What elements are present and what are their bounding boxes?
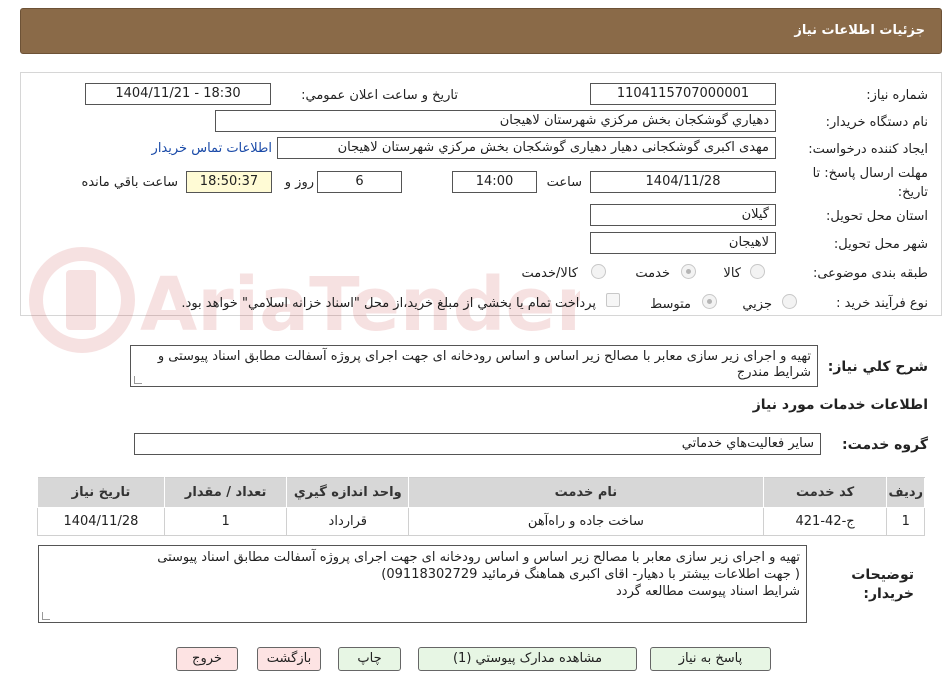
exit-button[interactable]: خروج: [176, 647, 238, 671]
need-number-field: 1104115707000001: [590, 83, 776, 105]
process-radio-medium[interactable]: [702, 294, 717, 309]
service-group-label: گروه خدمت:: [842, 437, 928, 453]
category-radio-service[interactable]: [681, 264, 696, 279]
treasury-checkbox[interactable]: [606, 293, 620, 307]
print-button[interactable]: چاپ: [338, 647, 401, 671]
remaining-time-label: ساعت باقي مانده: [81, 175, 178, 190]
process-option-medium: متوسط: [650, 297, 691, 312]
buyer-notes-line-1: تهیه و اجرای زیر سازی معابر با مصالح زیر…: [157, 550, 800, 565]
category-option-goods: كالا: [723, 266, 741, 281]
table-row: 1 ج-42-421 ساخت جاده و راه‌آهن قرارداد 1…: [37, 507, 925, 536]
cell-row-number: 1: [886, 507, 925, 536]
cell-quantity: 1: [163, 507, 288, 536]
cell-unit: قرارداد: [286, 507, 410, 536]
category-option-service: خدمت: [635, 266, 670, 281]
view-attachments-button[interactable]: مشاهده مدارک پيوستي (1): [418, 647, 637, 671]
page-title: جزئیات اطلاعات نیاز: [794, 23, 925, 38]
resize-handle-icon[interactable]: [134, 376, 142, 384]
deadline-date-field: 1404/11/28: [590, 171, 776, 193]
buyer-notes-textarea[interactable]: تهیه و اجرای زیر سازی معابر با مصالح زیر…: [38, 545, 807, 623]
category-radio-goods[interactable]: [750, 264, 765, 279]
description-label: شرح كلي نياز:: [827, 359, 928, 375]
buyer-notes-line-3: شرایط اسناد پیوست مطالعه گردد: [616, 584, 800, 599]
time-label: ساعت: [546, 175, 582, 190]
reply-button[interactable]: پاسخ به نياز: [650, 647, 771, 671]
col-header-unit: واحد اندازه گيري: [286, 477, 410, 508]
description-text: تهیه و اجرای زیر سازی معابر با مصالح زیر…: [157, 349, 811, 380]
buyer-notes-line-2: ( جهت اطلاعات بیشتر با دهیار- اقای اکبری…: [381, 567, 800, 582]
services-table: رديف كد خدمت نام خدمت واحد اندازه گيري ت…: [37, 477, 925, 536]
service-group-field: ساير فعاليت‌هاي خدماتي: [134, 433, 821, 455]
details-panel: [20, 72, 942, 316]
creator-field: مهدی اکبری گوشکجانی دهیار دهیاری گوشكجان…: [277, 137, 776, 159]
category-radio-goods-service[interactable]: [591, 264, 606, 279]
table-header-row: رديف كد خدمت نام خدمت واحد اندازه گيري ت…: [37, 477, 925, 508]
days-label: روز و: [284, 175, 314, 190]
contact-info-link[interactable]: اطلاعات تماس خريدار: [152, 141, 272, 156]
resize-handle-icon[interactable]: [42, 612, 50, 620]
category-option-goods-service: كالا/خدمت: [521, 266, 578, 281]
deadline-label-date: تاریخ:: [897, 185, 928, 200]
back-button[interactable]: بازگشت: [257, 647, 321, 671]
deadline-label: مهلت ارسال پاسخ: تا: [812, 166, 928, 181]
cell-service-code: ج-42-421: [762, 507, 888, 536]
page-header: جزئیات اطلاعات نیاز: [20, 8, 942, 54]
process-radio-minor[interactable]: [782, 294, 797, 309]
creator-label: ايجاد كننده درخواست:: [808, 142, 928, 157]
category-label: طبقه بندی موضوعی:: [812, 266, 928, 281]
col-header-quantity: تعداد / مقدار: [163, 477, 288, 508]
col-header-row-number: رديف: [886, 477, 925, 508]
process-option-minor: جزيي: [742, 297, 772, 312]
buyer-notes-label-2: خريدار:: [863, 586, 914, 602]
buyer-notes-label: توضيحات: [851, 567, 914, 583]
services-section-title: اطلاعات خدمات مورد نياز: [752, 397, 928, 413]
col-header-service-name: نام خدمت: [408, 477, 764, 508]
province-field: گيلان: [590, 204, 776, 226]
days-remaining-field: 6: [317, 171, 402, 193]
announce-date-field: 1404/11/21 - 18:30: [85, 83, 271, 105]
cell-service-name: ساخت جاده و راه‌آهن: [408, 507, 764, 536]
remaining-time-field: 18:50:37: [186, 171, 272, 193]
need-number-label: شماره نیاز:: [866, 88, 928, 103]
city-field: لاهيجان: [590, 232, 776, 254]
description-textarea[interactable]: تهیه و اجرای زیر سازی معابر با مصالح زیر…: [130, 345, 818, 387]
announce-date-label: تاریخ و ساعت اعلان عمومي:: [301, 88, 458, 103]
buyer-org-field: دهياري گوشكجان بخش مركزي شهرستان لاهيجان: [215, 110, 776, 132]
deadline-time-field: 14:00: [452, 171, 537, 193]
buyer-org-label: نام دستگاه خريدار:: [825, 115, 928, 130]
payment-note: پرداخت تمام يا بخشي از مبلغ خريد،از محل …: [181, 296, 596, 311]
process-label: نوع فرآیند خرید :: [836, 296, 928, 311]
province-label: استان محل تحویل:: [826, 209, 928, 224]
city-label: شهر محل تحویل:: [833, 237, 928, 252]
col-header-need-date: تاريخ نياز: [37, 477, 165, 508]
col-header-service-code: كد خدمت: [762, 477, 888, 508]
cell-need-date: 1404/11/28: [37, 507, 165, 536]
